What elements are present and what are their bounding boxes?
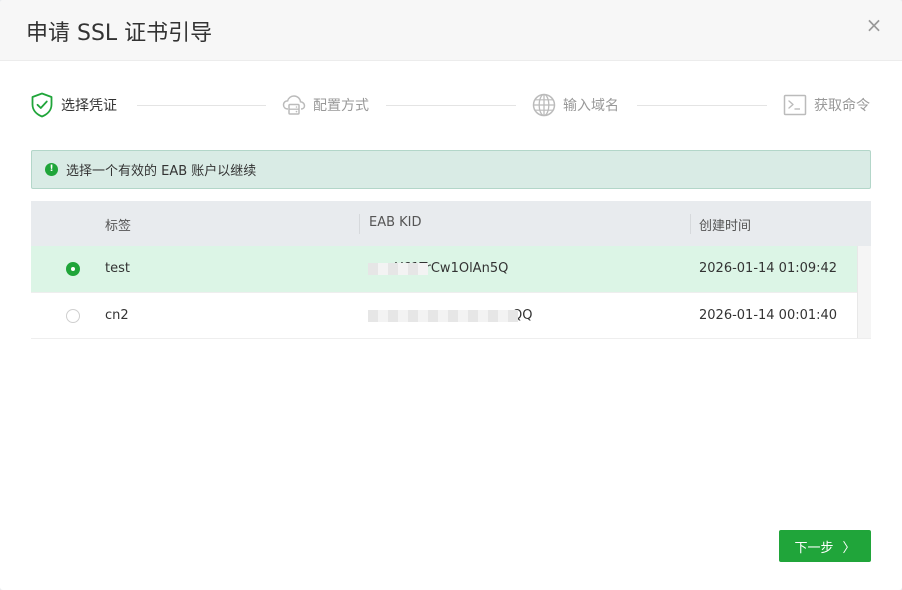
- next-button[interactable]: 下一步 〉: [779, 530, 871, 562]
- row-radio[interactable]: [66, 309, 80, 323]
- cloud-server-icon: [282, 95, 306, 115]
- globe-icon: [532, 93, 556, 117]
- step-label: 输入域名: [563, 98, 619, 114]
- step-connector: [386, 105, 516, 106]
- step-label: 选择凭证: [61, 98, 117, 114]
- table-scrollbar[interactable]: [857, 246, 871, 338]
- step-label: 配置方式: [313, 98, 369, 114]
- info-icon: !: [45, 163, 58, 176]
- table-row[interactable]: test Y61TrCw1OlAn5Q 2026-01-14 01:09:42: [31, 246, 857, 292]
- step-get-command[interactable]: 获取命令: [783, 88, 870, 122]
- info-alert: ! 选择一个有效的 EAB 账户以继续: [31, 150, 871, 189]
- column-divider: [359, 214, 360, 234]
- step-config-method[interactable]: 配置方式: [282, 88, 369, 122]
- alert-text: 选择一个有效的 EAB 账户以继续: [66, 164, 257, 179]
- column-header-label: 标签: [105, 219, 132, 234]
- step-label: 获取命令: [814, 98, 870, 114]
- column-divider: [690, 214, 691, 234]
- dialog-title: 申请 SSL 证书引导: [26, 21, 213, 46]
- ssl-guide-dialog: 申请 SSL 证书引导 × 选择凭证 配置方式 输入域名 获取命令 ! 选择一个…: [0, 0, 902, 590]
- step-connector: [637, 105, 767, 106]
- row-label: test: [105, 261, 130, 276]
- row-created-time: 2026-01-14 00:01:40: [699, 308, 838, 323]
- table-header: 标签 EAB KID 创建时间: [31, 201, 871, 246]
- redaction-mask: [368, 263, 428, 275]
- close-icon[interactable]: ×: [864, 15, 884, 35]
- column-header-kid: EAB KID: [369, 215, 422, 230]
- step-connector: [137, 105, 266, 106]
- terminal-icon: [783, 94, 807, 116]
- eab-account-table: 标签 EAB KID 创建时间 test Y61TrCw1OlAn5Q 2026…: [31, 201, 871, 339]
- redaction-mask: [368, 310, 518, 322]
- column-header-created: 创建时间: [699, 219, 752, 234]
- table-row[interactable]: cn2 QQ 2026-01-14 00:01:40: [31, 292, 857, 338]
- stepper: 选择凭证 配置方式 输入域名 获取命令: [30, 88, 872, 122]
- shield-check-icon: [31, 92, 53, 118]
- row-created-time: 2026-01-14 01:09:42: [699, 261, 838, 276]
- step-enter-domain[interactable]: 输入域名: [532, 88, 619, 122]
- step-select-credential[interactable]: 选择凭证: [30, 88, 117, 122]
- chevron-right-icon: 〉: [842, 540, 856, 556]
- row-label: cn2: [105, 308, 129, 323]
- next-button-label: 下一步: [794, 540, 834, 556]
- dialog-header: 申请 SSL 证书引导 ×: [0, 0, 902, 61]
- row-radio[interactable]: [66, 262, 80, 276]
